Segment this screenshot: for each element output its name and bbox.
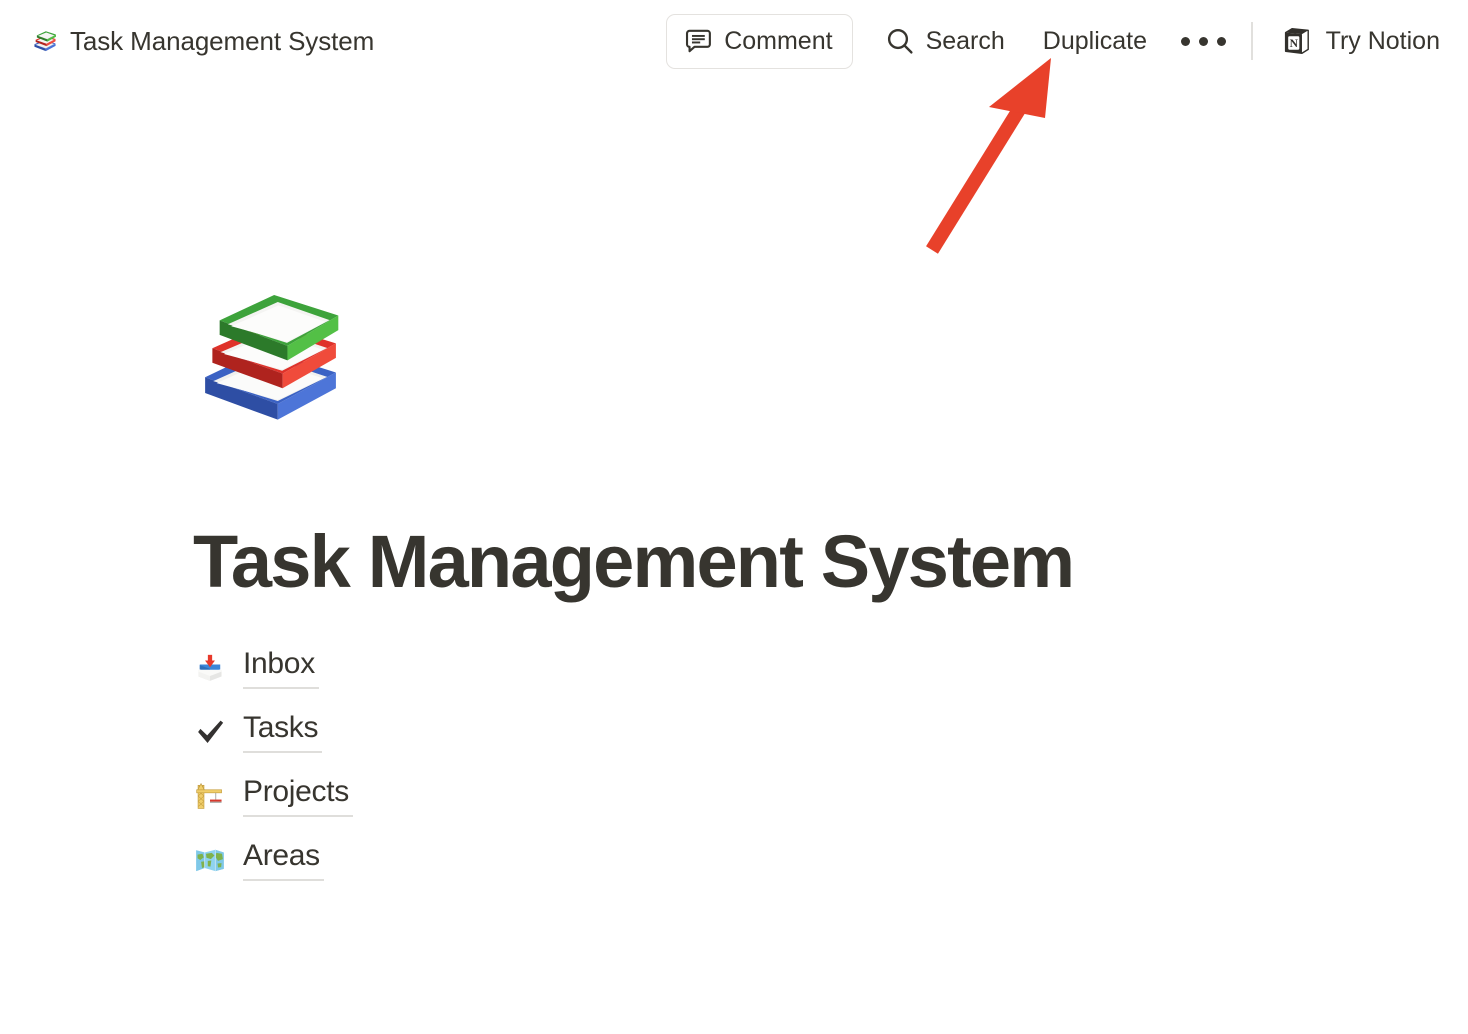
page-link-projects[interactable]: Projects — [243, 775, 353, 818]
try-notion-button-label: Try Notion — [1325, 26, 1440, 55]
building-construction-emoji — [193, 779, 227, 813]
page-links-list: Inbox Tasks Projects Areas — [193, 636, 893, 892]
notion-cube-logo: N — [1281, 25, 1313, 57]
page-link-label: Projects — [243, 774, 349, 808]
breadcrumb-title: Task Management System — [70, 25, 375, 56]
page-title[interactable]: Task Management System — [193, 521, 1075, 603]
list-item[interactable]: Areas — [193, 828, 893, 892]
books-emoji — [32, 28, 58, 54]
link-underline — [243, 815, 353, 818]
comment-button[interactable]: Comment — [666, 13, 853, 69]
topbar-divider — [1251, 22, 1253, 60]
link-underline — [243, 687, 319, 690]
page-link-label: Tasks — [243, 710, 319, 744]
page-link-tasks[interactable]: Tasks — [243, 710, 323, 754]
top-bar: Task Management System Comment Search Du… — [0, 0, 1468, 82]
magnifying-glass-icon — [885, 26, 915, 56]
topbar-actions: Comment Search Duplicate N Try Notion — [666, 0, 1468, 82]
world-map-emoji — [193, 843, 227, 877]
try-notion-button[interactable]: N Try Notion — [1281, 25, 1440, 57]
page-content: Task Management System Inbox Tasks Proje… — [0, 82, 1468, 1034]
link-underline — [243, 751, 323, 754]
comment-button-label: Comment — [724, 26, 833, 55]
breadcrumb[interactable]: Task Management System — [26, 21, 380, 61]
page-link-inbox[interactable]: Inbox — [243, 647, 319, 690]
list-item[interactable]: Projects — [193, 764, 893, 828]
search-button[interactable]: Search — [883, 26, 1005, 56]
page-link-label: Areas — [243, 838, 320, 872]
duplicate-button-label: Duplicate — [1042, 26, 1148, 55]
inbox-tray-emoji — [193, 651, 227, 685]
list-item[interactable]: Inbox — [193, 636, 893, 700]
svg-text:N: N — [1289, 38, 1298, 50]
search-button-label: Search — [925, 26, 1005, 55]
page-icon-books-emoji[interactable] — [193, 278, 348, 433]
link-underline — [243, 879, 324, 882]
comment-bubble-icon — [684, 27, 713, 56]
more-options-button[interactable] — [1180, 36, 1226, 46]
page-link-label: Inbox — [243, 646, 315, 680]
list-item[interactable]: Tasks — [193, 700, 893, 764]
duplicate-button[interactable]: Duplicate — [1043, 27, 1147, 56]
page-link-areas[interactable]: Areas — [243, 839, 324, 882]
heavy-check-mark-emoji — [193, 715, 227, 749]
ellipsis-icon — [1180, 36, 1226, 46]
